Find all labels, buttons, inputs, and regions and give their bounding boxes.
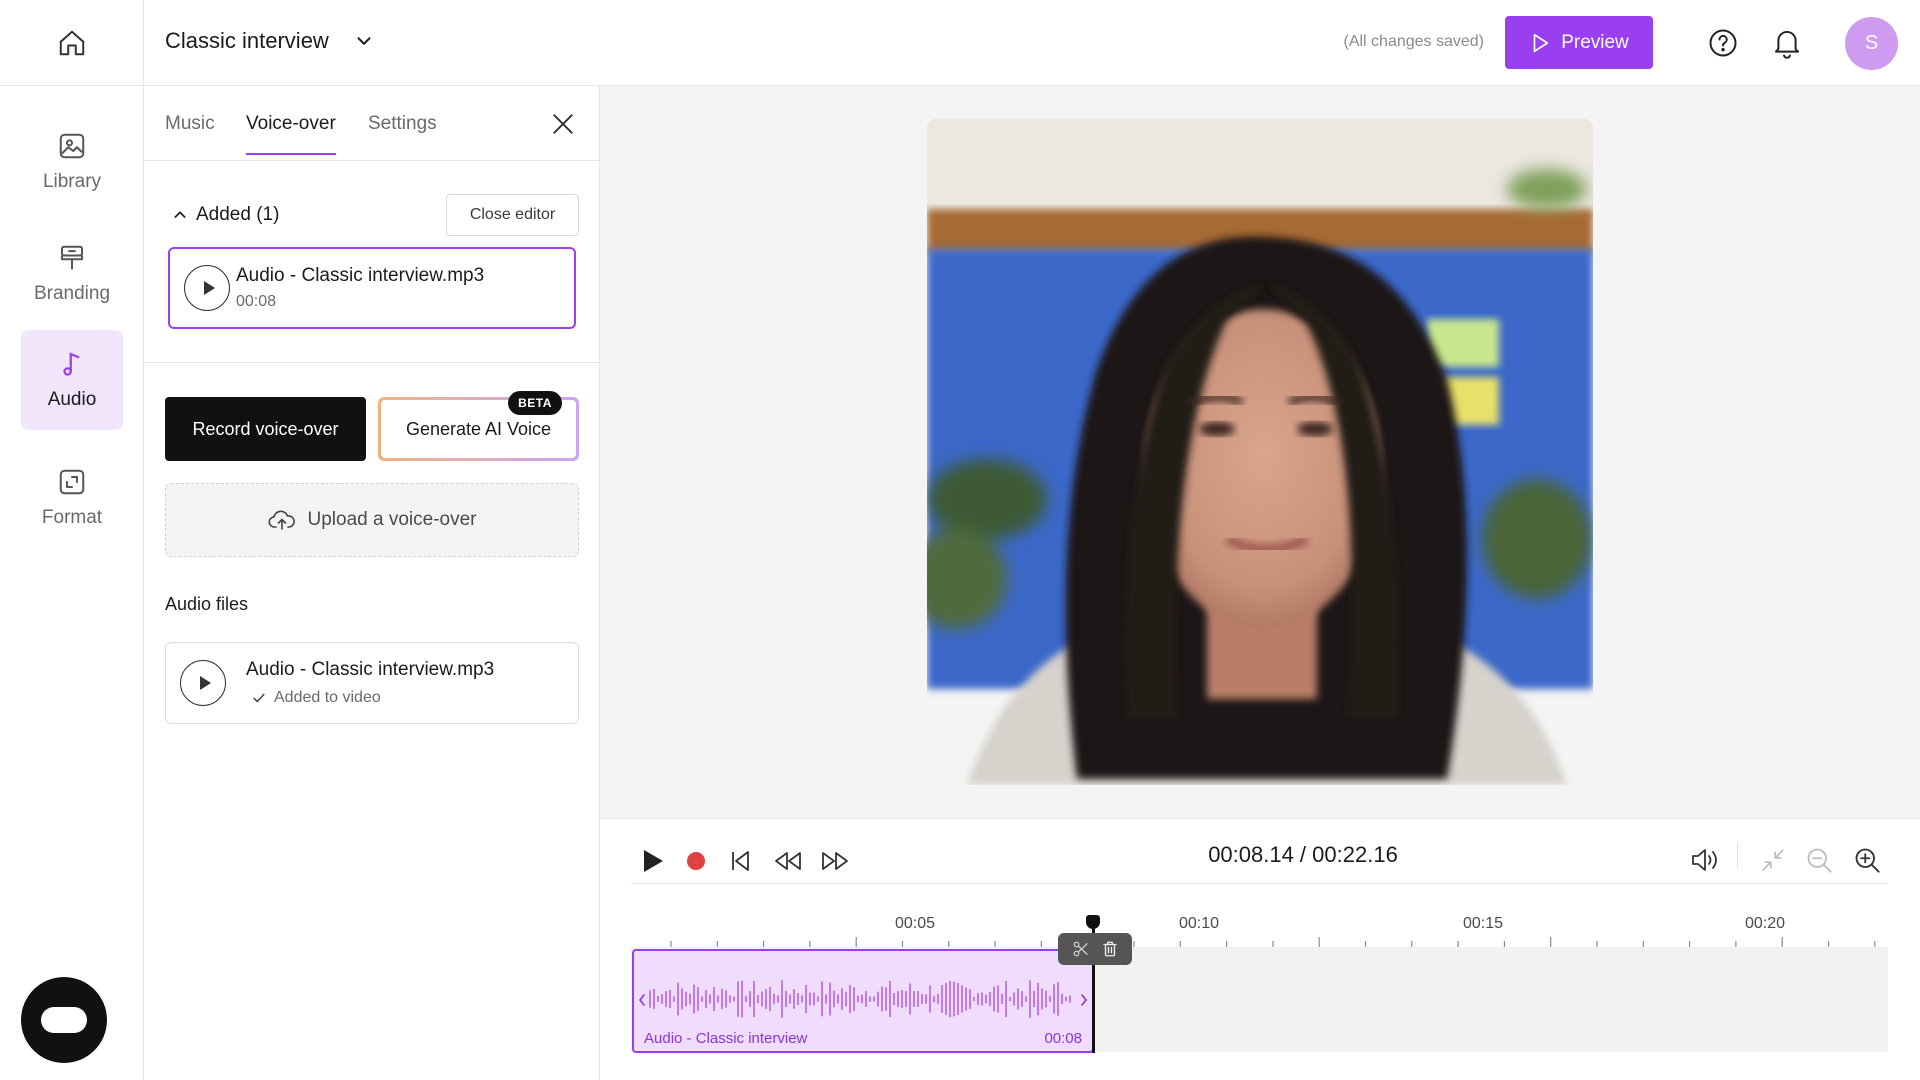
chevron-down-icon[interactable] xyxy=(353,30,375,52)
avatar[interactable]: S xyxy=(1845,17,1898,70)
clip-toolbar xyxy=(1058,933,1132,965)
music-note-icon xyxy=(63,352,80,376)
ruler-label: 00:15 xyxy=(1462,915,1504,932)
ruler-label: 00:05 xyxy=(894,915,936,932)
rail-item-format[interactable]: Format xyxy=(21,448,123,548)
audio-panel: Music Voice-over Settings Added (1) Clos… xyxy=(144,86,704,1080)
rail-label-format: Format xyxy=(41,507,103,528)
checkmark-icon xyxy=(253,693,265,703)
rail-item-library[interactable]: Library xyxy=(21,112,123,212)
play-icon xyxy=(199,676,211,690)
panel-divider xyxy=(144,362,600,363)
clip-trim-right-icon[interactable] xyxy=(1079,993,1089,1007)
top-header: Classic interview (All changes saved) Pr… xyxy=(0,0,1920,86)
added-audio-item[interactable]: Audio - Classic interview.mp3 00:08 xyxy=(168,247,576,329)
home-button[interactable] xyxy=(0,0,144,86)
skip-to-start-icon[interactable] xyxy=(729,849,751,873)
clip-duration: 00:08 xyxy=(1044,1030,1082,1047)
added-heading: Added (1) xyxy=(196,204,280,225)
format-icon xyxy=(59,469,85,495)
left-rail: Library Branding Audio Format xyxy=(0,86,144,1080)
cloud-upload-icon xyxy=(267,510,295,530)
audio-file-item[interactable]: Audio - Classic interview.mp3 Added to v… xyxy=(165,642,579,724)
audio-clip[interactable]: Audio - Classic interview 00:08 xyxy=(632,949,1094,1053)
panel-tabs: Music Voice-over Settings xyxy=(144,86,600,161)
rail-item-branding[interactable]: Branding xyxy=(21,224,123,324)
audio-item-duration: 00:08 xyxy=(236,293,277,310)
play-icon xyxy=(203,281,215,295)
audio-item-name: Audio - Classic interview.mp3 xyxy=(236,265,485,286)
playback-time: 00:08.14 / 00:22.16 xyxy=(1208,842,1398,867)
chevron-up-icon xyxy=(174,211,186,218)
video-preview[interactable] xyxy=(927,119,1593,785)
play-icon[interactable] xyxy=(642,849,664,873)
save-status: (All changes saved) xyxy=(1343,33,1484,50)
rail-label-branding: Branding xyxy=(33,283,111,304)
tab-music[interactable]: Music xyxy=(165,113,215,153)
tab-settings[interactable]: Settings xyxy=(368,113,437,153)
chat-support-button[interactable] xyxy=(21,977,107,1063)
beta-badge: BETA xyxy=(508,391,562,415)
preview-label: Preview xyxy=(1561,31,1629,53)
control-separator xyxy=(1737,842,1738,868)
home-icon xyxy=(59,30,84,56)
help-icon[interactable] xyxy=(1708,28,1738,58)
clip-trim-left-icon[interactable] xyxy=(637,993,647,1007)
branding-icon xyxy=(61,245,83,270)
record-voice-over-button[interactable]: Record voice-over xyxy=(165,397,366,461)
library-icon xyxy=(59,133,85,159)
playhead-handle[interactable] xyxy=(1086,915,1100,929)
close-icon[interactable] xyxy=(550,111,576,137)
audio-files-heading: Audio files xyxy=(165,594,249,614)
bell-icon[interactable] xyxy=(1772,27,1802,59)
preview-button[interactable]: Preview xyxy=(1505,16,1653,69)
audio-file-status-text: Added to video xyxy=(274,689,381,706)
ruler-label: 00:10 xyxy=(1178,915,1220,932)
play-outline-icon xyxy=(1533,33,1549,52)
audio-file-status: Added to video xyxy=(252,689,381,707)
trash-icon[interactable] xyxy=(1101,940,1119,958)
rewind-icon[interactable] xyxy=(774,849,802,873)
audio-file-name: Audio - Classic interview.mp3 xyxy=(246,659,495,680)
play-button[interactable] xyxy=(180,660,226,706)
clip-label: Audio - Classic interview xyxy=(644,1030,808,1047)
tab-voice-over[interactable]: Voice-over xyxy=(246,113,336,155)
collapse-icon[interactable] xyxy=(1760,847,1786,873)
upload-label: Upload a voice-over xyxy=(307,509,477,530)
chat-icon xyxy=(41,1007,87,1033)
ruler-label: 00:20 xyxy=(1744,915,1786,932)
close-editor-button[interactable]: Close editor xyxy=(446,194,579,236)
zoom-out-icon[interactable] xyxy=(1805,846,1833,874)
play-button[interactable] xyxy=(184,265,230,311)
project-title[interactable]: Classic interview xyxy=(165,28,329,54)
record-icon[interactable] xyxy=(686,851,706,871)
rail-label-library: Library xyxy=(42,171,102,192)
zoom-in-icon[interactable] xyxy=(1853,846,1881,874)
fast-forward-icon[interactable] xyxy=(821,849,849,873)
scissors-icon[interactable] xyxy=(1072,940,1090,958)
timeline-divider xyxy=(631,883,1888,884)
rail-label-audio: Audio xyxy=(47,389,97,410)
volume-icon[interactable] xyxy=(1690,847,1720,873)
added-section-toggle[interactable]: Added (1) xyxy=(172,204,279,226)
timeline-panel: 00:08.14 / 00:22.16 00:05 00:10 00:15 00… xyxy=(600,818,1920,1080)
rail-item-audio[interactable]: Audio xyxy=(21,330,123,430)
upload-voice-over-dropzone[interactable]: Upload a voice-over xyxy=(165,483,579,557)
audio-waveform xyxy=(649,980,1071,1018)
video-frame-image xyxy=(927,119,1593,785)
